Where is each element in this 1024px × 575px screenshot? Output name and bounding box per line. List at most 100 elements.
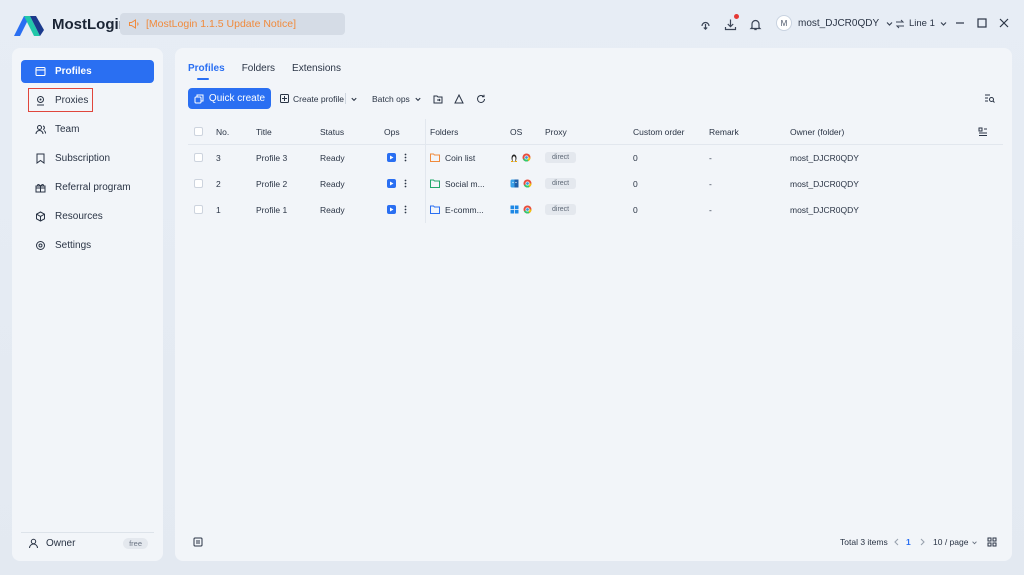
quick-create-label: Quick create — [208, 93, 266, 104]
sync-icon[interactable] — [697, 16, 713, 32]
row-owner: most_DJCR0QDY — [790, 178, 859, 189]
minimize-icon[interactable] — [954, 17, 966, 29]
tab-extensions[interactable]: Extensions — [292, 63, 341, 80]
sidebar-item-label: Resources — [55, 211, 103, 222]
sidebar-item-label: Profiles — [55, 66, 92, 77]
row-remark: - — [709, 152, 712, 163]
batch-ops-button[interactable]: Batch ops — [372, 88, 422, 109]
launch-button[interactable] — [387, 179, 396, 188]
maximize-icon[interactable] — [976, 17, 988, 29]
close-icon[interactable] — [998, 17, 1010, 29]
row-owner: most_DJCR0QDY — [790, 152, 859, 163]
copy-icon — [194, 94, 204, 103]
page-size-label: 10 / page — [933, 537, 969, 547]
row-checkbox[interactable] — [194, 179, 203, 188]
table-row[interactable]: 1 Profile 1 Ready E-comm... direct 0 - m… — [188, 197, 1003, 223]
row-title: Profile 2 — [256, 178, 288, 189]
col-no: No. — [216, 126, 230, 137]
row-remark: - — [709, 178, 712, 189]
row-title: Profile 1 — [256, 204, 288, 215]
sidebar-item-team[interactable]: Team — [21, 118, 154, 141]
row-custom-order: 0 — [633, 178, 638, 189]
row-no: 2 — [216, 178, 221, 189]
launch-button[interactable] — [387, 205, 396, 214]
gear-icon — [36, 241, 45, 250]
owner-account[interactable]: Owner free — [21, 532, 154, 554]
sidebar: Profiles Proxies Team Subscription Refer… — [12, 48, 163, 561]
more-options-icon[interactable] — [404, 171, 407, 196]
table-footer: Total 3 items 1 10 / page — [175, 532, 1012, 552]
team-icon — [35, 125, 46, 135]
sidebar-item-settings[interactable]: Settings — [21, 234, 154, 257]
user-menu[interactable]: M most_DJCR0QDY — [776, 15, 894, 31]
next-page-icon[interactable] — [919, 532, 926, 552]
page-size-select[interactable]: 10 / page — [933, 532, 978, 552]
macos-icon — [510, 179, 519, 188]
row-owner: most_DJCR0QDY — [790, 204, 859, 215]
sidebar-item-subscription[interactable]: Subscription — [21, 147, 154, 170]
update-notice-text: [MostLogin 1.1.5 Update Notice] — [146, 18, 297, 30]
col-proxy: Proxy — [545, 126, 567, 137]
col-ops: Ops — [384, 126, 400, 137]
create-profile-button[interactable]: Create profile — [280, 88, 344, 109]
row-folder[interactable]: Social m... — [430, 171, 485, 196]
more-options-icon[interactable] — [404, 145, 407, 170]
chevron-down-icon — [415, 97, 421, 101]
tab-profiles[interactable]: Profiles — [188, 63, 225, 80]
folder-name: E-comm... — [445, 204, 484, 215]
sidebar-item-profiles[interactable]: Profiles — [21, 60, 154, 83]
folder-icon — [430, 153, 440, 162]
table-row[interactable]: 3 Profile 3 Ready Coin list direct 0 - m… — [188, 145, 1003, 171]
title-bar: MostLogin [MostLogin 1.1.5 Update Notice… — [0, 0, 1024, 48]
row-remark: - — [709, 204, 712, 215]
col-remark: Remark — [709, 126, 739, 137]
refresh-icon[interactable] — [476, 88, 486, 109]
avatar: M — [776, 15, 792, 31]
folder-icon — [430, 205, 440, 214]
col-owner: Owner (folder) — [790, 126, 845, 137]
select-all-checkbox[interactable] — [194, 127, 203, 136]
col-status: Status — [320, 126, 345, 137]
app-name: MostLogin — [52, 16, 128, 33]
col-custom-order: Custom order — [633, 126, 685, 137]
export-icon[interactable] — [193, 532, 203, 552]
more-options-icon[interactable] — [404, 197, 407, 222]
search-filter-icon[interactable] — [984, 88, 995, 109]
app-logo-icon — [14, 16, 44, 36]
download-icon[interactable] — [722, 14, 739, 32]
row-checkbox[interactable] — [194, 205, 203, 214]
current-page[interactable]: 1 — [906, 532, 911, 552]
chevron-down-icon — [972, 540, 978, 544]
row-no: 3 — [216, 152, 221, 163]
sidebar-item-referral[interactable]: Referral program — [21, 176, 154, 199]
bell-icon[interactable] — [747, 16, 763, 32]
line-label: Line 1 — [909, 18, 935, 29]
proxy-tag: direct — [545, 178, 577, 189]
triangle-icon[interactable] — [454, 88, 464, 109]
row-folder[interactable]: E-comm... — [430, 197, 484, 222]
chrome-icon — [523, 179, 532, 188]
username: most_DJCR0QDY — [798, 17, 880, 29]
create-profile-dropdown[interactable] — [350, 88, 358, 109]
bookmark-icon — [36, 153, 45, 164]
launch-button[interactable] — [387, 153, 396, 162]
linux-icon — [511, 154, 517, 162]
row-custom-order: 0 — [633, 204, 638, 215]
sidebar-item-label: Settings — [55, 240, 92, 251]
tab-folders[interactable]: Folders — [242, 63, 275, 80]
grid-view-icon[interactable] — [987, 532, 997, 552]
megaphone-icon — [129, 19, 139, 29]
prev-page-icon[interactable] — [893, 532, 900, 552]
quick-create-button[interactable]: Quick create — [188, 88, 271, 109]
chrome-icon — [523, 205, 532, 214]
column-settings-icon[interactable] — [978, 119, 988, 144]
row-folder[interactable]: Coin list — [430, 145, 475, 170]
line-selector[interactable]: Line 1 — [895, 18, 948, 29]
row-checkbox[interactable] — [194, 153, 203, 162]
sidebar-item-resources[interactable]: Resources — [21, 205, 154, 228]
table-row[interactable]: 2 Profile 2 Ready Social m... direct 0 -… — [188, 171, 1003, 197]
update-notice[interactable]: [MostLogin 1.1.5 Update Notice] — [120, 13, 345, 35]
gift-icon — [35, 184, 46, 193]
move-to-folder-icon[interactable] — [433, 88, 443, 109]
row-title: Profile 3 — [256, 152, 288, 163]
